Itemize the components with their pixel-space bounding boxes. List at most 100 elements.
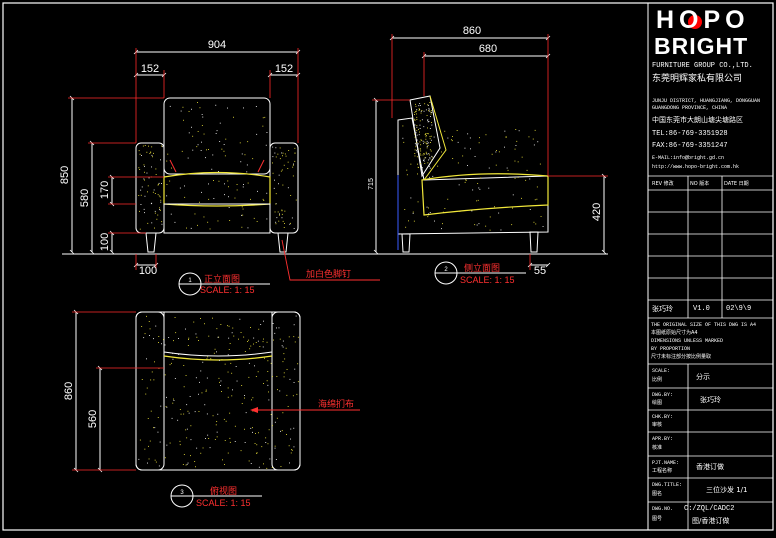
- revision-version: V1.0: [693, 305, 710, 313]
- fabric-speckle: [429, 176, 431, 178]
- fabric-speckle: [146, 315, 147, 317]
- fabric-speckle: [190, 439, 192, 441]
- fabric-speckle: [216, 421, 218, 422]
- fabric-speckle: [171, 167, 172, 169]
- fabric-speckle: [242, 186, 244, 188]
- fabric-speckle: [402, 125, 404, 127]
- drawing-number-value-1: C:/ZQL/CADC2: [684, 505, 735, 513]
- fabric-speckle: [418, 134, 420, 136]
- fabric-speckle: [255, 376, 257, 377]
- fabric-speckle: [179, 440, 181, 442]
- fabric-speckle: [219, 359, 220, 361]
- fabric-speckle: [223, 418, 225, 420]
- fabric-speckle: [144, 448, 146, 450]
- fabric-speckle: [201, 392, 203, 394]
- fabric-speckle: [428, 165, 430, 167]
- fabric-speckle: [163, 327, 165, 329]
- drawn-by-value: 张巧玲: [700, 396, 721, 404]
- rev-header-no: NO 版本: [690, 181, 710, 187]
- fabric-speckle: [500, 229, 502, 231]
- front-tuft-right: [257, 159, 265, 173]
- dim-side-depth: 860: [463, 25, 481, 37]
- fabric-speckle: [173, 398, 174, 400]
- fabric-speckle: [290, 195, 292, 196]
- top-arm-left: [135, 311, 165, 471]
- fabric-speckle: [289, 223, 291, 225]
- fabric-speckle: [427, 133, 429, 134]
- fabric-speckle: [281, 217, 283, 219]
- fabric-speckle: [185, 464, 187, 466]
- fabric-speckle: [416, 116, 418, 118]
- fabric-speckle: [421, 110, 423, 111]
- fabric-speckle: [404, 209, 406, 210]
- fabric-speckle: [139, 153, 141, 155]
- fabric-speckle: [280, 430, 281, 432]
- fabric-speckle: [251, 399, 252, 401]
- fabric-speckle: [236, 184, 238, 185]
- fabric-speckle: [293, 382, 295, 383]
- fabric-speckle: [429, 158, 431, 160]
- fabric-speckle: [425, 109, 427, 111]
- fabric-speckle: [428, 110, 429, 112]
- fabric-speckle: [150, 151, 152, 153]
- fabric-speckle: [267, 443, 269, 445]
- fabric-speckle: [188, 337, 190, 339]
- fabric-speckle: [144, 212, 145, 214]
- fabric-speckle: [457, 162, 459, 164]
- fabric-speckle: [254, 443, 256, 444]
- fabric-speckle: [419, 128, 421, 129]
- notice-line-4: BY PROPORTION: [651, 346, 691, 352]
- fabric-speckle: [477, 183, 479, 184]
- fabric-speckle: [205, 157, 206, 159]
- fabric-speckle: [220, 324, 222, 325]
- fabric-speckle: [231, 372, 233, 374]
- fabric-speckle: [424, 163, 426, 164]
- front-callout-text: 加白色脚钉: [306, 268, 351, 280]
- fabric-speckle: [147, 185, 149, 187]
- fabric-speckle: [521, 156, 523, 158]
- fabric-speckle: [179, 444, 181, 446]
- fabric-speckle: [275, 156, 277, 158]
- fabric-speckle: [154, 459, 156, 461]
- fabric-speckle: [511, 224, 513, 226]
- fabric-speckle: [192, 135, 194, 137]
- fabric-speckle: [231, 332, 233, 334]
- fabric-speckle: [234, 425, 236, 427]
- address-en-line-2: GUANGDONG PROVINCE, CHINA: [652, 105, 728, 111]
- dim-side-leg-offset: 55: [534, 265, 546, 277]
- fabric-speckle: [169, 442, 171, 444]
- fabric-speckle: [229, 441, 231, 443]
- fabric-speckle: [412, 211, 414, 213]
- drawn-by-label-en: DWG.BY:: [652, 392, 674, 398]
- fabric-speckle: [189, 396, 191, 397]
- fabric-speckle: [472, 189, 474, 191]
- dim-front-arm-right: 152: [275, 63, 293, 75]
- fabric-speckle: [214, 348, 216, 350]
- fabric-texture-front: [138, 102, 297, 230]
- fabric-speckle: [253, 217, 255, 219]
- fabric-speckle: [423, 153, 425, 154]
- fabric-speckle: [146, 358, 147, 360]
- fabric-speckle: [277, 211, 279, 213]
- fabric-speckle: [153, 427, 154, 429]
- fabric-speckle: [140, 204, 142, 205]
- fabric-speckle: [172, 358, 174, 360]
- side-view-title-text: 侧立面图: [464, 262, 500, 274]
- fabric-speckle: [286, 369, 288, 370]
- notice-line-3: DIMENSIONS UNLESS MARKED: [651, 338, 724, 344]
- fabric-speckle: [297, 381, 299, 383]
- fabric-speckle: [418, 108, 420, 110]
- fabric-speckle: [515, 145, 517, 146]
- fabric-speckle: [209, 228, 211, 230]
- fabric-speckle: [151, 154, 153, 156]
- fabric-speckle: [427, 127, 428, 129]
- fabric-speckle: [155, 168, 157, 170]
- fabric-speckle: [153, 379, 155, 381]
- fabric-speckle: [276, 417, 278, 419]
- top-seat-edge: [163, 355, 273, 361]
- fabric-speckle: [419, 103, 421, 104]
- fabric-speckle: [427, 104, 429, 106]
- fabric-speckle: [417, 163, 418, 165]
- fabric-speckle: [223, 144, 225, 145]
- fabric-speckle: [266, 132, 268, 133]
